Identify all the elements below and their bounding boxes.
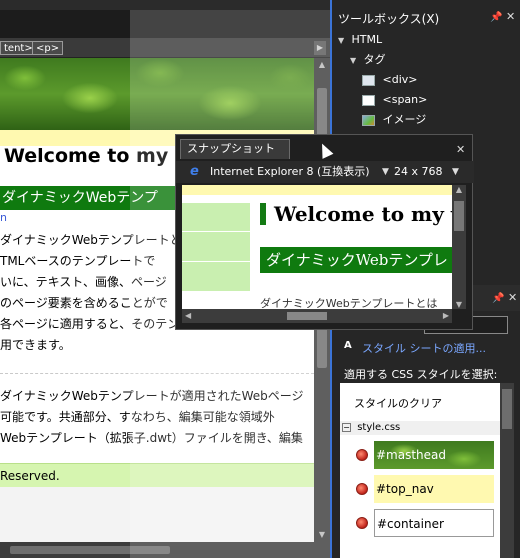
- chevron-down-icon[interactable]: ▼: [382, 165, 389, 179]
- paragraph-2: ダイナミックWebテンプレートが適用されたWebページ 可能です。共通部分、すな…: [0, 386, 304, 449]
- pin-icon[interactable]: 📌: [490, 12, 502, 23]
- scroll-up-icon[interactable]: ▲: [314, 58, 330, 72]
- tree-item-image[interactable]: イメージ: [338, 110, 514, 130]
- tree-item-html[interactable]: ▼ HTML: [338, 30, 514, 50]
- snapshot-vertical-scrollbar[interactable]: ▲ ▼: [452, 185, 466, 309]
- image-icon: [362, 114, 375, 126]
- scroll-down-icon[interactable]: ▼: [314, 528, 330, 542]
- scroll-thumb[interactable]: [454, 201, 464, 231]
- dashed-divider: [0, 373, 314, 374]
- scroll-up-icon[interactable]: ▲: [452, 185, 466, 194]
- scroll-thumb[interactable]: [287, 312, 327, 320]
- tree-item-label: イメージ: [382, 113, 427, 126]
- tree-item-label: HTML: [351, 33, 383, 46]
- tree-item-span[interactable]: <span>: [338, 90, 514, 110]
- masthead-image: [0, 58, 314, 130]
- scroll-thumb[interactable]: [502, 389, 512, 429]
- chevron-down-icon[interactable]: ▼: [452, 165, 459, 179]
- tree-item-label: <span>: [382, 93, 428, 106]
- rule-preview: #top_nav: [374, 475, 494, 503]
- attach-stylesheet-icon: A: [344, 340, 352, 351]
- quick-tag-selector: tent> <p> ▶: [0, 38, 330, 58]
- span-icon: [362, 94, 375, 106]
- tree-item-tag[interactable]: ▼ タグ: [338, 50, 514, 70]
- preview-title-marker: [260, 203, 266, 225]
- id-selector-icon: [356, 483, 368, 495]
- style-list-scrollbar[interactable]: [500, 383, 514, 558]
- close-icon[interactable]: ✕: [508, 291, 517, 304]
- css-rule-container[interactable]: #container: [356, 509, 500, 537]
- snapshot-tab[interactable]: スナップショット: [180, 139, 290, 159]
- paragraph-line: 用できます。: [0, 338, 71, 352]
- editor-top-strip: [0, 0, 330, 38]
- paragraph-line: ダイナミックWebテンプレートが適用されたWebページ: [0, 389, 304, 403]
- snapshot-horizontal-scrollbar[interactable]: ◀ ▶: [182, 309, 452, 323]
- collapse-icon[interactable]: −: [342, 422, 351, 432]
- preview-top-nav: [182, 185, 452, 195]
- snapshot-panel[interactable]: スナップショット ✕ e Internet Explorer 8 (互換表示) …: [175, 134, 474, 330]
- browser-select[interactable]: Internet Explorer 8 (互換表示): [210, 165, 370, 179]
- internet-explorer-icon: e: [190, 164, 199, 179]
- tree-item-label: <div>: [382, 73, 418, 86]
- tag-chip-p[interactable]: <p>: [32, 41, 64, 55]
- stylesheet-group[interactable]: − style.css: [340, 421, 500, 435]
- preview-heading: ダイナミックWebテンプレ: [260, 247, 452, 273]
- page-title: Welcome to my: [4, 145, 169, 167]
- scroll-down-icon[interactable]: ▼: [452, 300, 466, 309]
- page-footer: Reserved.: [0, 463, 314, 487]
- expand-arrow-icon[interactable]: ▼: [350, 51, 360, 71]
- css-rule-top-nav[interactable]: #top_nav: [356, 475, 500, 503]
- page-heading: ダイナミックWebテンプ: [0, 186, 180, 210]
- close-icon[interactable]: ✕: [456, 143, 465, 156]
- scroll-right-icon[interactable]: ▶: [443, 309, 449, 323]
- id-selector-icon: [356, 449, 368, 461]
- tag-scroll-right-icon[interactable]: ▶: [314, 41, 326, 55]
- select-css-style-label: 適用する CSS スタイルを選択:: [344, 368, 498, 381]
- toolbox-tree: ▼ HTML ▼ タグ <div> <span> イメージ: [338, 30, 514, 130]
- css-rule-masthead[interactable]: #masthead: [356, 441, 500, 469]
- toolbox-title: ツールボックス(X): [338, 12, 440, 26]
- resolution-select[interactable]: 24 x 768: [394, 165, 443, 179]
- rule-preview: #masthead: [374, 441, 494, 469]
- tree-item-label: タグ: [363, 53, 386, 66]
- scroll-thumb[interactable]: [10, 546, 170, 554]
- clear-styles-item[interactable]: スタイルのクリア: [354, 395, 442, 411]
- page-bottom-area: [0, 487, 314, 542]
- id-selector-icon: [356, 517, 368, 529]
- stylesheet-name: style.css: [357, 422, 401, 433]
- editor-horizontal-scrollbar[interactable]: [0, 542, 330, 558]
- tree-item-div[interactable]: <div>: [338, 70, 514, 90]
- paragraph-line: Webテンプレート（拡張子.dwt）ファイルを開き、編集: [0, 431, 303, 445]
- pin-icon[interactable]: 📌: [492, 293, 504, 304]
- expand-arrow-icon[interactable]: ▼: [338, 31, 348, 51]
- preview-body: ダイナミックWebテンプレートとは: [260, 297, 438, 309]
- page-link[interactable]: n: [0, 212, 7, 224]
- paragraph-line: 可能です。共通部分、すなわち、編集可能な領域外: [0, 410, 275, 424]
- snapshot-preview: Welcome to my w ダイナミックWebテンプレ ダイナミックWebテ…: [182, 185, 452, 309]
- div-icon: [362, 74, 375, 86]
- rule-preview: #container: [374, 509, 494, 537]
- preview-sidebar: [182, 203, 250, 291]
- close-icon[interactable]: ✕: [506, 10, 515, 23]
- attach-stylesheet-link[interactable]: スタイル シートの適用...: [362, 340, 486, 356]
- scroll-left-icon[interactable]: ◀: [185, 309, 191, 323]
- css-style-list[interactable]: スタイルのクリア − style.css #masthead #top_nav …: [340, 383, 500, 558]
- preview-title: Welcome to my w: [274, 202, 452, 226]
